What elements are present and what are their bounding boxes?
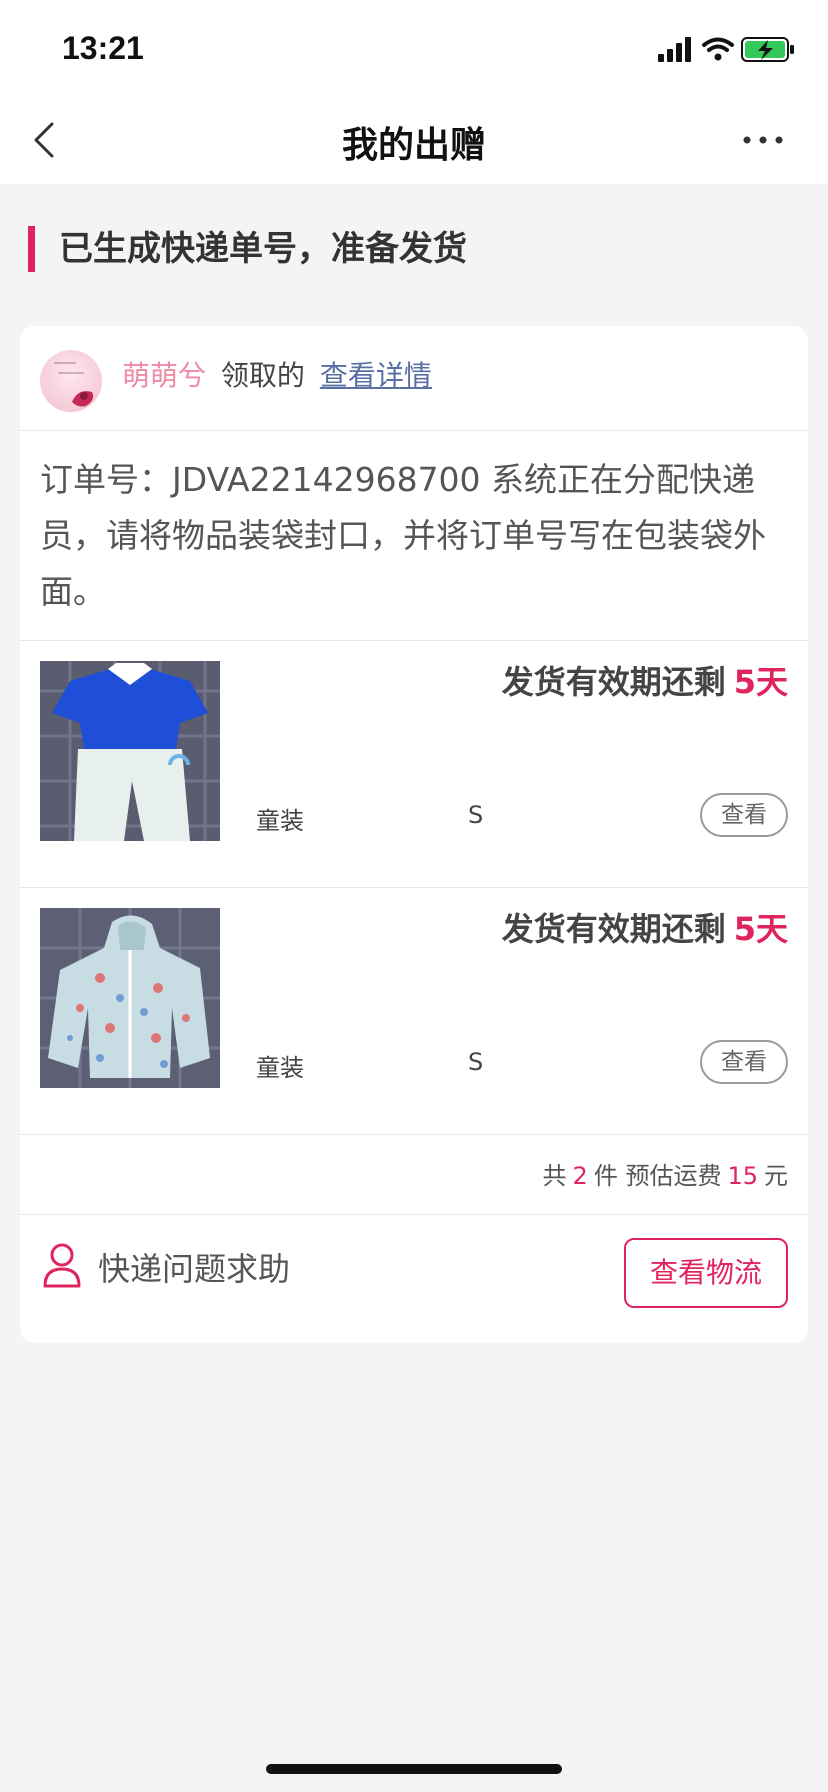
item-photo[interactable] xyxy=(40,908,220,1088)
deadline-label: 发货有效期还剩 xyxy=(501,663,726,701)
ship-deadline: 发货有效期还剩 5天 xyxy=(502,904,788,950)
courier-help-link[interactable]: 快递问题求助 xyxy=(98,1244,290,1290)
view-item-button[interactable]: 查看 xyxy=(700,1040,788,1084)
item-category: 童装 xyxy=(256,807,304,835)
item-photo-image xyxy=(40,908,220,1088)
receiver-name: 萌萌兮 xyxy=(122,359,207,392)
shipping-fee: 15 xyxy=(727,1162,758,1190)
currency-unit: 元 xyxy=(764,1162,788,1190)
deadline-days: 5天 xyxy=(733,663,788,701)
list-item: 发货有效期还剩 5天 童装 S 查看 xyxy=(20,888,808,1134)
status-time: 13:21 xyxy=(62,30,144,66)
home-indicator[interactable] xyxy=(266,1764,562,1774)
order-message: 订单号：JDVA22142968700 系统正在分配快递员，请将物品装袋封口，并… xyxy=(40,460,766,611)
item-category: 童装 xyxy=(256,1054,304,1082)
list-item: 发货有效期还剩 5天 童装 S 查看 xyxy=(20,641,808,887)
receiver-info: 萌萌兮 领取的 查看详情 xyxy=(122,356,432,396)
item-size: S xyxy=(468,801,484,829)
status-icons xyxy=(658,34,798,64)
deadline-days: 5天 xyxy=(733,910,788,948)
status-bar: 13:21 xyxy=(0,0,828,96)
avatar-image xyxy=(54,362,94,407)
item-size: S xyxy=(468,1048,484,1076)
view-item-button[interactable]: 查看 xyxy=(700,793,788,837)
user-icon[interactable] xyxy=(42,1242,82,1288)
wifi-icon xyxy=(702,37,734,61)
ship-deadline: 发货有效期还剩 5天 xyxy=(502,657,788,703)
receiver-row: 萌萌兮 领取的 查看详情 xyxy=(20,326,808,431)
more-dots-icon xyxy=(743,136,783,144)
battery-charging-icon xyxy=(741,37,794,62)
divider xyxy=(20,1214,808,1215)
shipping-label: 预估运费 xyxy=(625,1162,722,1190)
summary-prefix: 共 xyxy=(542,1162,567,1190)
page-title: 我的出赠 xyxy=(341,125,486,166)
view-logistics-button[interactable]: 查看物流 xyxy=(624,1238,788,1308)
item-count: 2 xyxy=(572,1162,588,1190)
order-summary: 共2件 预估运费 15 元 xyxy=(543,1156,788,1191)
help-row: 快递问题求助 查看物流 xyxy=(20,1216,808,1343)
donation-card: 萌萌兮 领取的 查看详情 订单号：JDVA22142968700 系统正在分配快… xyxy=(20,326,808,1343)
item-count-unit: 件 xyxy=(593,1162,618,1190)
nav-bar: 我的出赠 xyxy=(0,96,828,184)
divider xyxy=(20,1134,808,1135)
item-photo[interactable] xyxy=(40,661,220,841)
section-heading: 已生成快递单号，准备发货 xyxy=(28,226,467,272)
avatar[interactable] xyxy=(40,350,102,412)
cellular-signal-icon xyxy=(658,37,691,62)
receiver-action: 领取的 xyxy=(220,359,305,392)
view-details-link[interactable]: 查看详情 xyxy=(320,359,432,392)
item-photo-image xyxy=(40,661,220,841)
more-button[interactable] xyxy=(738,126,788,154)
deadline-label: 发货有效期还剩 xyxy=(501,910,726,948)
